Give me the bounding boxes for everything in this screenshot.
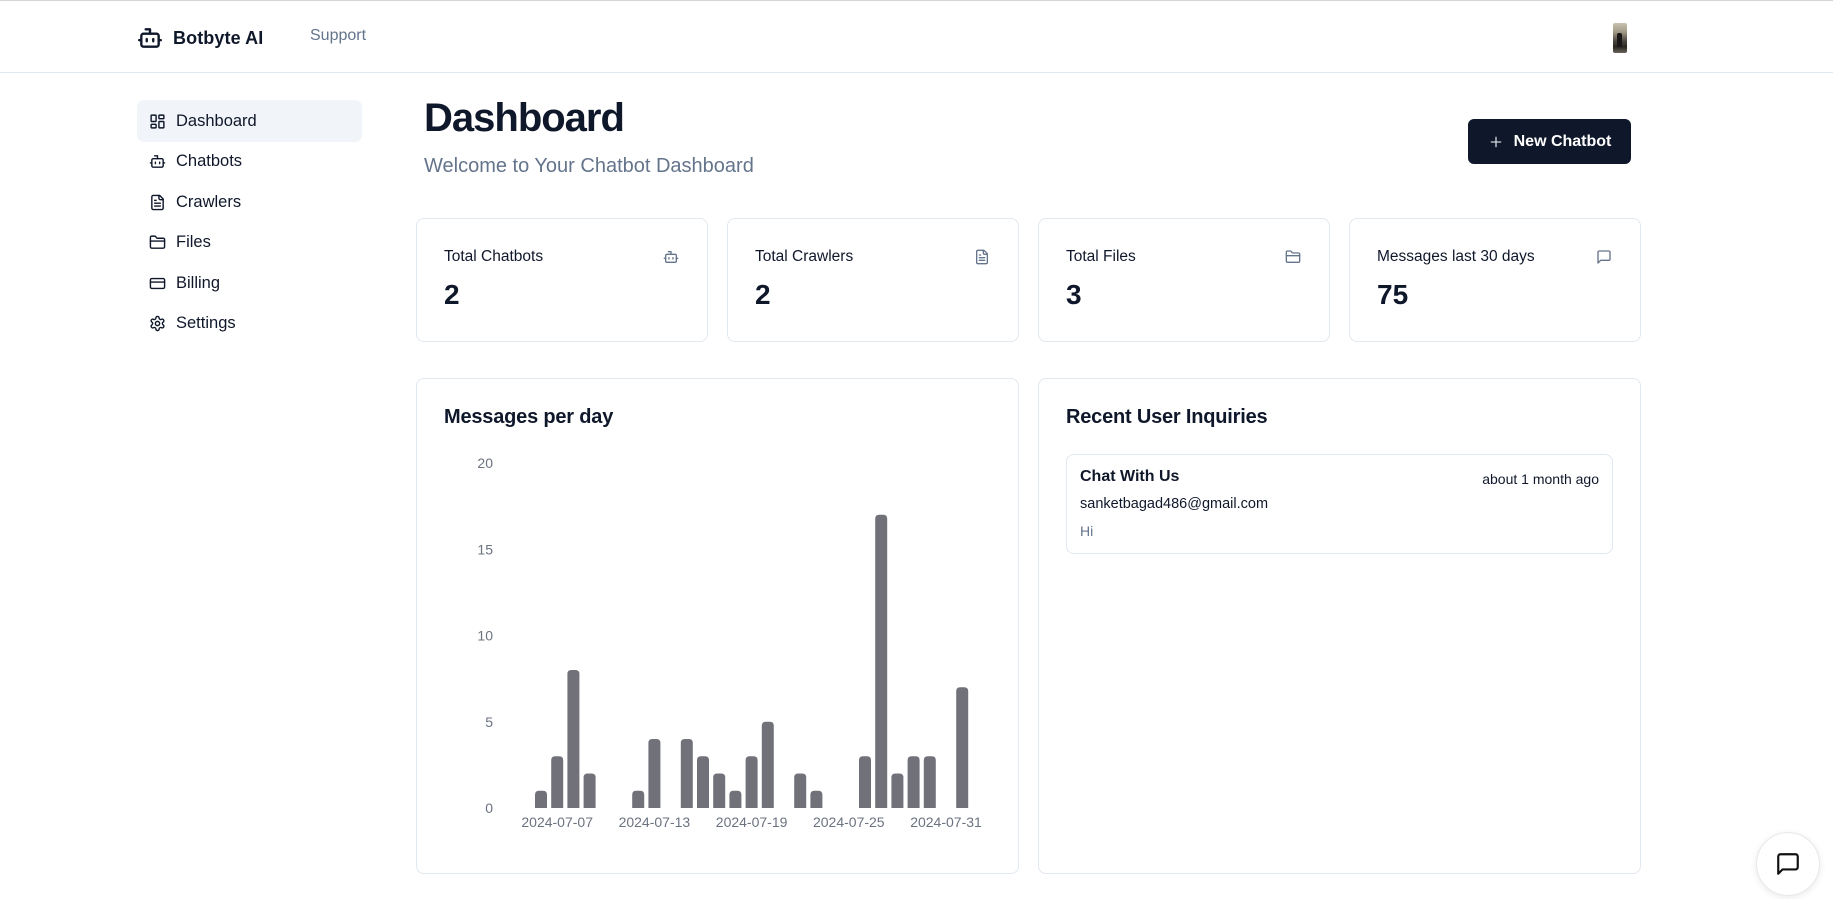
x-tick-label: 2024-07-31 (910, 814, 982, 830)
sidebar-item-files[interactable]: Files (137, 222, 362, 264)
user-avatar[interactable] (1613, 23, 1627, 53)
bar-2024-07-28[interactable] (891, 773, 904, 809)
sidebar-item-settings[interactable]: Settings (137, 303, 362, 345)
bot-icon (663, 251, 679, 263)
recent-inquiries-panel: Recent User Inquiries Chat With Us about… (1038, 378, 1641, 874)
settings-gear-icon (150, 315, 165, 332)
stat-value: 2 (755, 279, 771, 310)
plus-icon (1490, 136, 1501, 147)
bar-2024-07-22[interactable] (794, 773, 807, 809)
bar-2024-07-09[interactable] (583, 773, 596, 809)
x-tick-label: 2024-07-13 (619, 814, 691, 830)
bar-2024-07-27[interactable] (875, 514, 888, 808)
inquiry-email: sanketbagad486@gmail.com (1080, 496, 1269, 512)
sidebar-item-billing[interactable]: Billing (137, 262, 362, 304)
bar-2024-07-30[interactable] (923, 756, 936, 808)
page-subtitle: Welcome to Your Chatbot Dashboard (424, 155, 754, 177)
bar-2024-08-01[interactable] (956, 687, 969, 808)
stat-label: Total Files (1066, 248, 1136, 265)
stat-card-total-chatbots: Total Chatbots 2 (416, 218, 708, 342)
bar-2024-07-15[interactable] (680, 739, 693, 808)
messages-chart-panel: Messages per day 0 5 10 15 20 2024-07-07 2024-… (416, 378, 1019, 874)
sidebar-item-label: Settings (176, 314, 236, 332)
stat-label: Total Crawlers (755, 248, 854, 265)
file-text-icon (151, 194, 164, 210)
stat-value: 2 (444, 279, 460, 310)
bar-2024-07-13[interactable] (648, 739, 661, 808)
y-tick-label: 10 (477, 628, 493, 644)
bar-2024-07-23[interactable] (810, 790, 823, 808)
file-text-icon (976, 249, 988, 265)
chat-widget-button[interactable] (1756, 832, 1820, 896)
x-tick-label: 2024-07-07 (521, 814, 593, 830)
stat-card-total-files: Total Files 3 (1038, 218, 1330, 342)
folder-icon (149, 235, 166, 249)
y-tick-label: 15 (477, 541, 493, 557)
message-square-icon (1777, 853, 1799, 875)
inquiry-chatbot-name: Chat With Us (1080, 468, 1180, 485)
layout-dashboard-icon (150, 113, 165, 129)
sidebar-item-label: Dashboard (176, 111, 257, 130)
inquiry-timestamp: about 1 month ago (1482, 471, 1599, 487)
inquiries-title: Recent User Inquiries (1066, 406, 1268, 428)
credit-card-icon (149, 277, 166, 289)
bar-2024-07-19[interactable] (745, 756, 758, 808)
sidebar-item-chatbots[interactable]: Chatbots (137, 141, 362, 183)
sidebar-item-label: Chatbots (176, 152, 243, 170)
bar-2024-07-07[interactable] (551, 756, 564, 808)
new-chatbot-button[interactable]: New Chatbot (1468, 119, 1631, 164)
nav-support-link[interactable]: Support (310, 27, 366, 45)
bar-2024-07-29[interactable] (907, 756, 920, 808)
brand-name: Botbyte AI (173, 27, 264, 48)
top-header: Botbyte AI Support (0, 1, 1833, 73)
stat-label: Total Chatbots (444, 248, 544, 265)
bar-2024-07-17[interactable] (713, 773, 726, 809)
new-chatbot-label: New Chatbot (1513, 132, 1612, 150)
sidebar-item-label: Files (176, 233, 211, 251)
message-square-icon (1597, 250, 1611, 264)
stat-label: Messages last 30 days (1377, 248, 1535, 265)
bar-2024-07-06[interactable] (535, 790, 547, 808)
stat-value: 3 (1066, 279, 1082, 310)
inquiry-message: Hi (1080, 523, 1094, 539)
sidebar-item-label: Billing (176, 273, 221, 292)
brand-logo-link[interactable]: Botbyte AI (137, 25, 263, 51)
bar-2024-07-12[interactable] (632, 790, 645, 808)
bar-2024-07-08[interactable] (567, 670, 580, 808)
messages-per-day-chart: 0 5 10 15 20 2024-07-07 2024-07-13 2024-07-19 20… (477, 455, 982, 830)
y-tick-label: 20 (477, 455, 493, 471)
stat-card-messages-30-days: Messages last 30 days 75 (1349, 218, 1641, 342)
folder-icon (1285, 250, 1301, 263)
y-tick-label: 5 (485, 714, 493, 730)
inquiry-item[interactable]: Chat With Us about 1 month ago sanketbag… (1066, 454, 1613, 554)
sidebar-item-label: Crawlers (176, 192, 242, 211)
bar-2024-07-20[interactable] (761, 721, 774, 808)
sidebar-item-dashboard[interactable]: Dashboard (137, 100, 362, 142)
bot-icon (149, 155, 166, 168)
x-tick-label: 2024-07-19 (716, 814, 788, 830)
page-title: Dashboard (424, 96, 625, 140)
sidebar-item-crawlers[interactable]: Crawlers (137, 181, 362, 223)
stat-card-total-crawlers: Total Crawlers 2 (727, 218, 1019, 342)
x-tick-label: 2024-07-25 (813, 814, 885, 830)
sidebar: Dashboard Chatbots Crawlers Files Billin… (137, 100, 362, 343)
bar-2024-07-26[interactable] (859, 756, 871, 808)
y-tick-label: 0 (485, 800, 493, 816)
bar-2024-07-18[interactable] (729, 790, 742, 808)
stat-value: 75 (1377, 279, 1409, 310)
bot-icon (137, 28, 163, 48)
bar-2024-07-16[interactable] (697, 756, 709, 808)
